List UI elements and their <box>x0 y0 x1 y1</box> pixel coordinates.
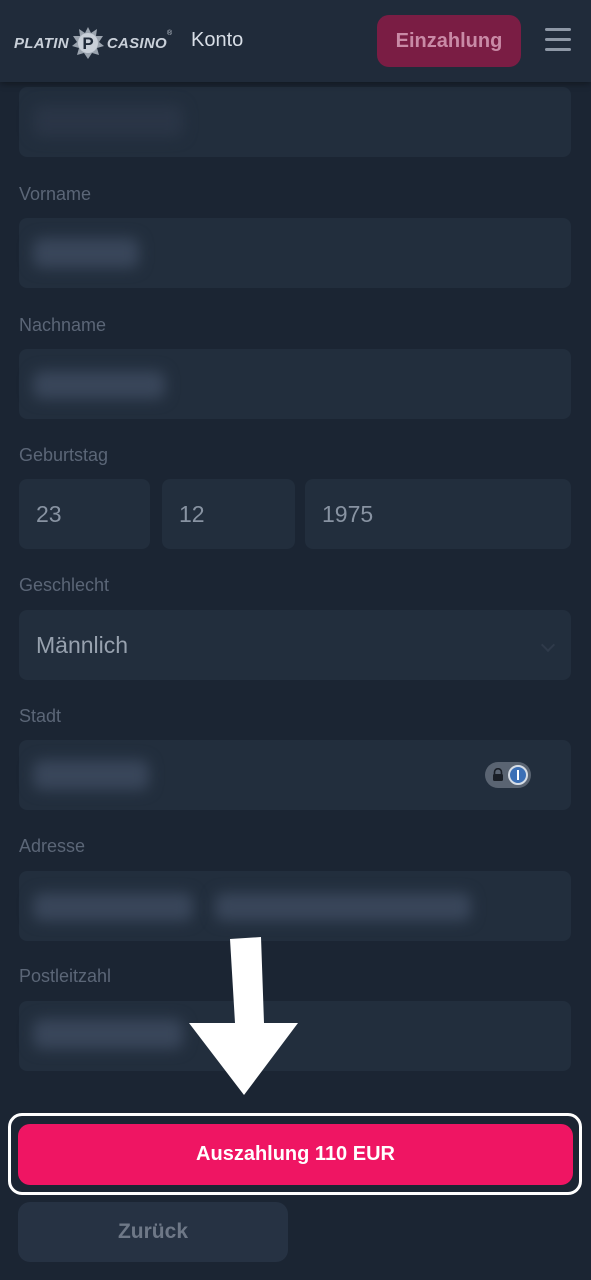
birthday-year-value: 1975 <box>322 501 374 527</box>
payout-button[interactable]: Auszahlung 110 EUR <box>18 1124 573 1185</box>
page-title: Konto <box>191 29 244 51</box>
zip-label: Postleitzahl <box>19 966 112 986</box>
birthday-day-field[interactable]: 23 <box>19 479 150 549</box>
birthday-day-value: 23 <box>36 501 62 527</box>
app-header: PLATIN P CASINO ® Konto Einzahlung <box>0 0 591 82</box>
info-icon <box>508 765 528 785</box>
birthday-month-field[interactable]: 12 <box>162 479 295 549</box>
gender-value: Männlich <box>36 632 129 658</box>
redacted-value <box>33 1019 183 1049</box>
logo-sun-icon: P <box>71 27 104 59</box>
platin-casino-logo[interactable]: PLATIN P CASINO ® <box>14 26 172 60</box>
last-name-label: Nachname <box>19 315 107 335</box>
birthday-label: Geburtstag <box>19 445 109 465</box>
first-name-field[interactable] <box>19 218 571 288</box>
back-button[interactable]: Zurück <box>18 1202 288 1262</box>
svg-text:P: P <box>82 34 93 53</box>
birthday-month-value: 12 <box>179 501 205 527</box>
first-name-label: Vorname <box>19 184 92 204</box>
redacted-value <box>33 238 139 268</box>
redacted-value <box>33 760 149 790</box>
redacted-value <box>33 371 165 399</box>
password-manager-icon[interactable] <box>485 762 531 788</box>
address-field[interactable] <box>19 871 571 941</box>
gender-label: Geschlecht <box>19 575 110 595</box>
redacted-value <box>33 893 193 921</box>
last-name-field[interactable] <box>19 349 571 419</box>
address-label: Adresse <box>19 836 86 856</box>
menu-icon[interactable] <box>545 28 571 52</box>
gender-select[interactable]: Männlich <box>19 610 571 680</box>
top-field[interactable] <box>19 87 571 157</box>
birthday-year-field[interactable]: 1975 <box>305 479 571 549</box>
deposit-button[interactable]: Einzahlung <box>377 15 521 67</box>
lock-icon <box>493 768 503 781</box>
redacted-value <box>215 893 471 921</box>
redacted-value <box>33 105 183 137</box>
down-arrow-annotation <box>189 937 298 1095</box>
city-label: Stadt <box>19 706 62 726</box>
chevron-down-icon <box>540 637 556 653</box>
